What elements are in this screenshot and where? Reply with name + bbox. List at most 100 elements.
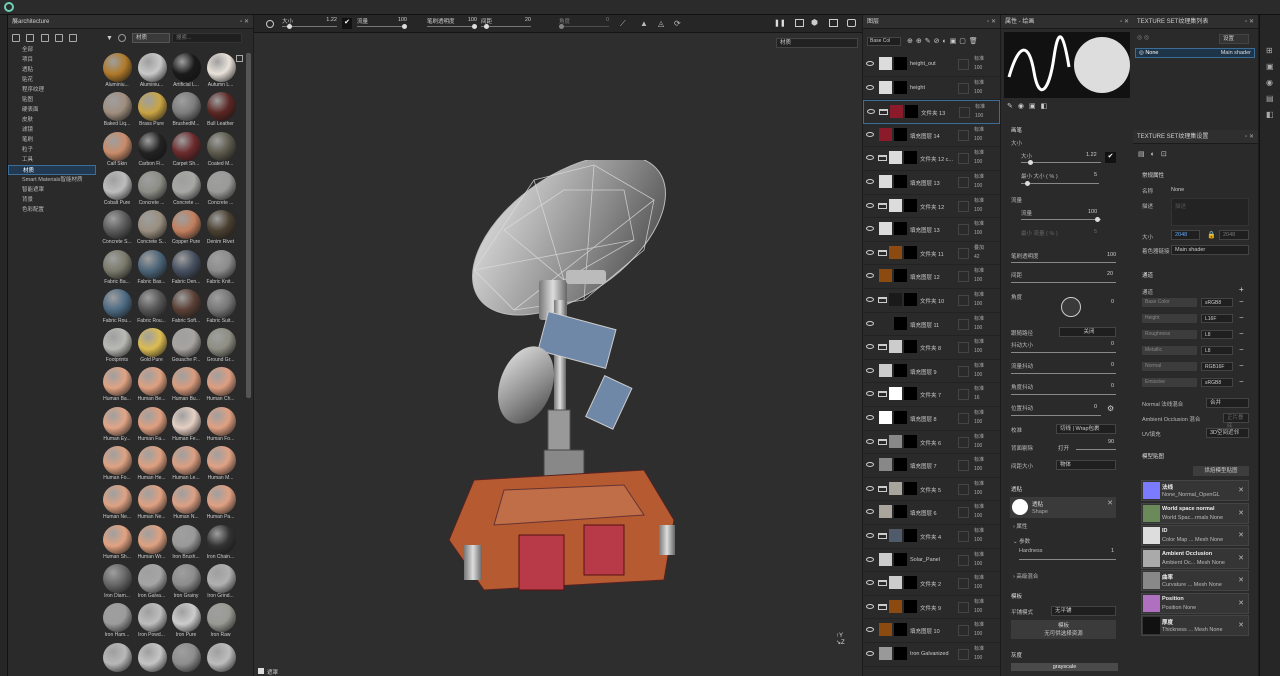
flow-value[interactable]: 100	[1088, 209, 1097, 215]
layer-opacity[interactable]: 100	[974, 442, 984, 451]
layer-opacity[interactable]: 42	[974, 253, 984, 262]
material-tile[interactable]: Human Wr...	[135, 524, 169, 564]
panel-controls-icon[interactable]: ▫ ✕	[240, 15, 249, 29]
material-tile[interactable]	[135, 642, 169, 674]
material-tile[interactable]	[204, 642, 238, 674]
size-slider[interactable]	[1021, 162, 1101, 163]
layer-blend-mode[interactable]: 标准	[974, 220, 984, 229]
description-field[interactable]: 描述	[1171, 198, 1249, 226]
layer-blend-mode[interactable]: 标准	[974, 385, 984, 394]
layer-effect-slot[interactable]	[958, 129, 969, 141]
layer-opacity[interactable]: 100	[974, 135, 984, 144]
viewport-mode-dropdown[interactable]: 材质	[776, 38, 858, 48]
pressure-size-icon[interactable]: ✔	[342, 18, 352, 29]
layer-opacity[interactable]: 100	[974, 654, 984, 663]
material-tile[interactable]: Iron Powd...	[135, 603, 169, 642]
channel-format-dropdown[interactable]: sRGB8	[1201, 378, 1233, 387]
layer-blend-opacity[interactable]: 标准 100	[974, 149, 984, 167]
tilt-icon[interactable]: ◬	[658, 19, 664, 28]
layer-blend-opacity[interactable]: 标准 100	[974, 598, 984, 616]
close-icon[interactable]: ✕	[1238, 599, 1244, 607]
layer-row[interactable]: 填充图层 14 标准 100	[863, 124, 1000, 148]
texture-set-item[interactable]: ◎ None Main shader	[1135, 48, 1255, 58]
layer-blend-opacity[interactable]: 叠加 42	[974, 244, 984, 262]
eye-icon[interactable]	[866, 651, 874, 656]
layer-row[interactable]: 文件夹 7 标准 16	[863, 383, 1000, 407]
jitter-angle-slider[interactable]	[1011, 394, 1116, 395]
spacing-slider[interactable]	[1011, 282, 1116, 283]
layer-effect-slot[interactable]	[958, 460, 969, 472]
shelf-category[interactable]: 皮肤	[8, 115, 96, 125]
layer-effect-slot[interactable]	[958, 224, 969, 236]
layer-opacity[interactable]: 100	[974, 229, 984, 238]
remove-channel-icon[interactable]: −	[1239, 361, 1244, 370]
layer-effect-slot[interactable]	[958, 483, 969, 495]
mesh-map-slot[interactable]: Ambient Occlusion Ambient Oc... Mesh None…	[1141, 547, 1249, 569]
layer-effect-slot[interactable]	[959, 107, 970, 119]
shelf-category[interactable]: 工具	[8, 155, 96, 165]
mesh-map-slot[interactable]: 法线 None_Normal_OpenGL ✕	[1141, 480, 1249, 501]
eye-icon[interactable]	[866, 603, 874, 609]
shelf-category[interactable]: 透贴	[8, 65, 96, 75]
uv-dropdown[interactable]: 3D空间近邻	[1206, 428, 1249, 438]
material-tile[interactable]: Concrete ...	[169, 170, 203, 210]
layer-row[interactable]: 填充图层 9 标准 100	[863, 360, 1000, 384]
layer-effect-slot[interactable]	[958, 342, 969, 354]
shelf-scrollbar[interactable]	[246, 53, 251, 398]
material-tile[interactable]: Gouache P...	[169, 328, 203, 367]
material-tile[interactable]: Iron Galva...	[135, 563, 169, 603]
size-value[interactable]: 1.22	[1086, 152, 1097, 158]
hide-icon[interactable]	[55, 34, 63, 42]
eye-icon[interactable]	[866, 533, 874, 538]
cube-view-icon[interactable]: ⬢	[811, 18, 818, 27]
layer-blend-mode[interactable]: 标准	[974, 149, 984, 158]
layer-opacity[interactable]: 100	[974, 88, 984, 97]
shelf-category[interactable]: 全部	[8, 45, 96, 55]
layer-effect-slot[interactable]	[958, 153, 969, 165]
shelf-category[interactable]: 笔刷	[8, 135, 96, 145]
layer-blend-opacity[interactable]: 标准 100	[974, 456, 984, 474]
jitter-size-value[interactable]: 0	[1111, 341, 1114, 347]
eye-icon[interactable]	[866, 273, 874, 279]
material-tile[interactable]: Concrete ...	[135, 170, 169, 210]
angle-value[interactable]: 0	[1111, 299, 1114, 305]
layer-opacity[interactable]: 100	[974, 536, 984, 545]
close-icon[interactable]: ✕	[1238, 576, 1244, 584]
layer-blend-opacity[interactable]: 标准 100	[974, 574, 984, 592]
layer-effect-slot[interactable]	[958, 507, 969, 519]
material-tile[interactable]: Fabric Den...	[169, 249, 203, 289]
adv-blend-expander[interactable]: › 高级混合	[1013, 572, 1038, 580]
clear-filter-icon[interactable]	[118, 34, 126, 42]
flow-slider[interactable]	[1021, 219, 1101, 220]
tiling-dropdown[interactable]: 无平铺	[1051, 606, 1116, 616]
brush-opacity-value[interactable]: 100	[1107, 252, 1116, 258]
layer-blend-mode[interactable]: 标准	[974, 574, 984, 583]
layer-row[interactable]: 填充图层 6 标准 100	[863, 501, 1000, 525]
layer-blend-mode[interactable]: 标准	[974, 598, 984, 607]
shelf-category[interactable]: 程序纹理	[8, 85, 96, 95]
material-tile[interactable]: Fabric Bas...	[135, 249, 169, 289]
shelf-category[interactable]: 粒子	[8, 145, 96, 155]
shelf-category[interactable]: 滤镜	[8, 125, 96, 135]
layer-blend-opacity[interactable]: 标准 100	[974, 527, 984, 545]
layer-blend-mode[interactable]: 标准	[974, 267, 984, 276]
layer-opacity[interactable]: 100	[974, 276, 984, 285]
layer-opacity[interactable]: 100	[974, 206, 984, 215]
backface-toggle[interactable]: 打开	[1058, 444, 1069, 452]
material-tile[interactable]: Brass Pure	[135, 92, 169, 131]
layer-row[interactable]: 文件夹 2 标准 100	[863, 572, 1000, 596]
screenshot-camera-icon[interactable]	[847, 19, 856, 27]
material-tile[interactable]: BrushedM...	[169, 92, 203, 131]
layer-opacity[interactable]: 100	[974, 630, 984, 639]
eye-icon[interactable]	[866, 485, 874, 491]
eye-icon[interactable]	[867, 109, 875, 115]
shelf-category[interactable]: 硬表面	[8, 105, 96, 115]
eye-icon[interactable]	[866, 297, 874, 302]
layer-opacity[interactable]: 100	[974, 418, 984, 427]
layer-effect-slot[interactable]	[958, 59, 969, 70]
eye-icon[interactable]	[866, 462, 874, 468]
layer-effect-slot[interactable]	[958, 200, 969, 212]
material-tile[interactable]: Iron Chain...	[204, 524, 238, 564]
bake-mesh-maps-button[interactable]: 烘焙模型贴图	[1193, 466, 1249, 476]
layer-blend-mode[interactable]: 标准	[974, 551, 984, 560]
